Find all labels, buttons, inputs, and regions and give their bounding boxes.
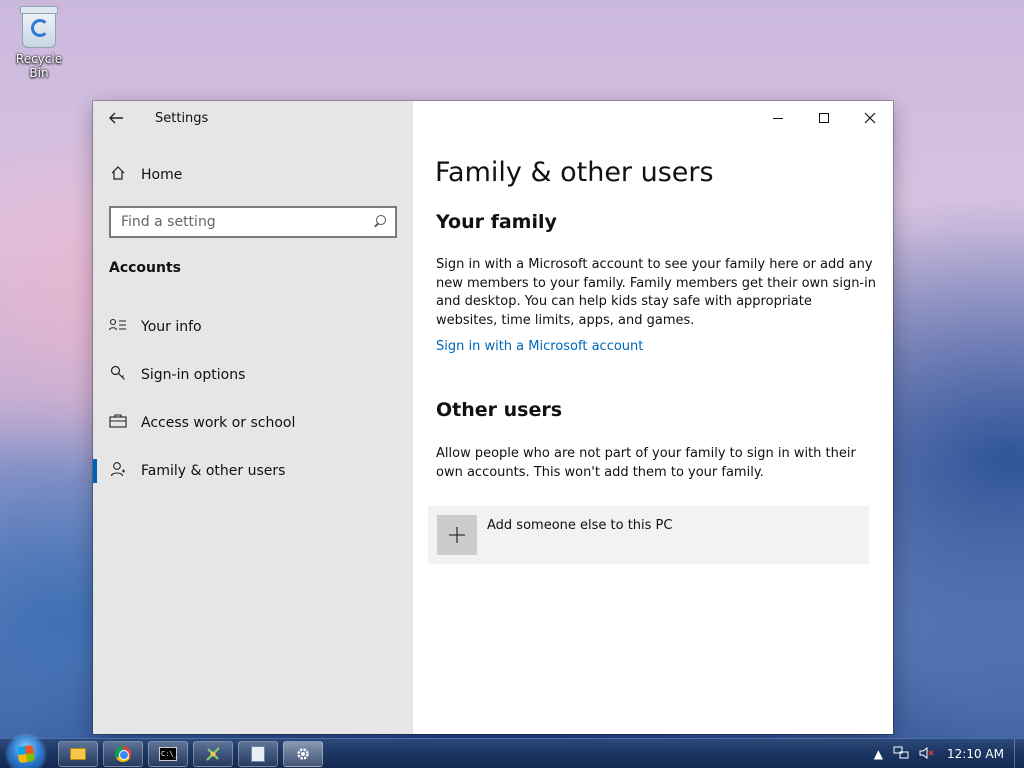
other-users-description: Allow people who are not part of your fa…: [436, 446, 856, 480]
add-someone-button[interactable]: Add someone else to this PC: [428, 506, 869, 564]
sidebar-item-your-info[interactable]: Your info: [93, 307, 413, 347]
other-users-heading: Other users: [436, 399, 563, 421]
family-heading: Your family: [436, 211, 557, 233]
sidebar-item-label: Sign-in options: [141, 367, 246, 383]
settings-gear-icon: [297, 748, 309, 760]
search-box[interactable]: [109, 206, 397, 238]
show-hidden-icons-icon[interactable]: ▲: [874, 747, 883, 761]
system-tray: ▲ 12:10 AM: [874, 739, 1024, 768]
sidebar-item-access-work[interactable]: Access work or school: [93, 403, 413, 443]
sidebar-item-label: Access work or school: [141, 415, 296, 431]
desktop-icon-recycle-bin[interactable]: Recycle Bin: [6, 6, 72, 80]
taskbar-command-prompt[interactable]: C:\_: [148, 741, 188, 767]
sidebar-item-label: Family & other users: [141, 463, 286, 479]
command-prompt-icon: C:\_: [159, 747, 178, 761]
desktop-icon-label: Recycle Bin: [15, 52, 63, 80]
app-icon: [206, 747, 220, 761]
settings-window: Settings Home Accounts Your info Sign-in…: [93, 101, 893, 734]
sidebar-item-sign-in-options[interactable]: Sign-in options: [93, 355, 413, 395]
contact-card-icon: [93, 318, 141, 336]
sidebar-item-family[interactable]: Family & other users: [93, 451, 413, 491]
nav-home-label: Home: [141, 167, 183, 183]
nav-home[interactable]: Home: [93, 155, 413, 195]
back-arrow-icon: [109, 112, 123, 124]
sidebar-item-label: Your info: [141, 319, 202, 335]
section-label: Accounts: [109, 260, 182, 276]
home-icon: [93, 165, 141, 185]
chrome-icon: [115, 746, 131, 762]
recycle-bin-icon: [20, 6, 58, 48]
add-someone-label: Add someone else to this PC: [487, 518, 673, 533]
main-content: Family & other users Your family Sign in…: [413, 101, 893, 734]
taskbar-file-explorer[interactable]: [58, 741, 98, 767]
person-icon: [93, 461, 141, 481]
show-desktop-button[interactable]: [1014, 739, 1024, 768]
network-icon[interactable]: [893, 746, 909, 763]
taskbar-settings[interactable]: [283, 741, 323, 767]
page-title: Family & other users: [435, 157, 714, 188]
start-button[interactable]: [8, 736, 44, 768]
key-icon: [93, 365, 141, 385]
file-explorer-icon: [70, 748, 86, 760]
notepad-icon: [251, 746, 265, 762]
sidebar: Settings Home Accounts Your info Sign-in…: [93, 101, 413, 734]
volume-muted-icon[interactable]: [919, 746, 935, 763]
family-description: Sign in with a Microsoft account to see …: [436, 257, 876, 328]
search-input[interactable]: [121, 214, 373, 230]
sign-in-microsoft-link[interactable]: Sign in with a Microsoft account: [436, 339, 643, 354]
taskbar-notepad[interactable]: [238, 741, 278, 767]
taskbar: C:\_ ▲ 12:10 AM: [0, 736, 1024, 768]
taskbar-app[interactable]: [193, 741, 233, 767]
clock[interactable]: 12:10 AM: [947, 747, 1004, 761]
window-title: Settings: [155, 111, 209, 126]
search-icon[interactable]: [373, 215, 387, 229]
back-button[interactable]: [107, 109, 127, 129]
taskbar-chrome[interactable]: [103, 741, 143, 767]
briefcase-icon: [93, 414, 141, 432]
plus-icon: [437, 515, 477, 555]
